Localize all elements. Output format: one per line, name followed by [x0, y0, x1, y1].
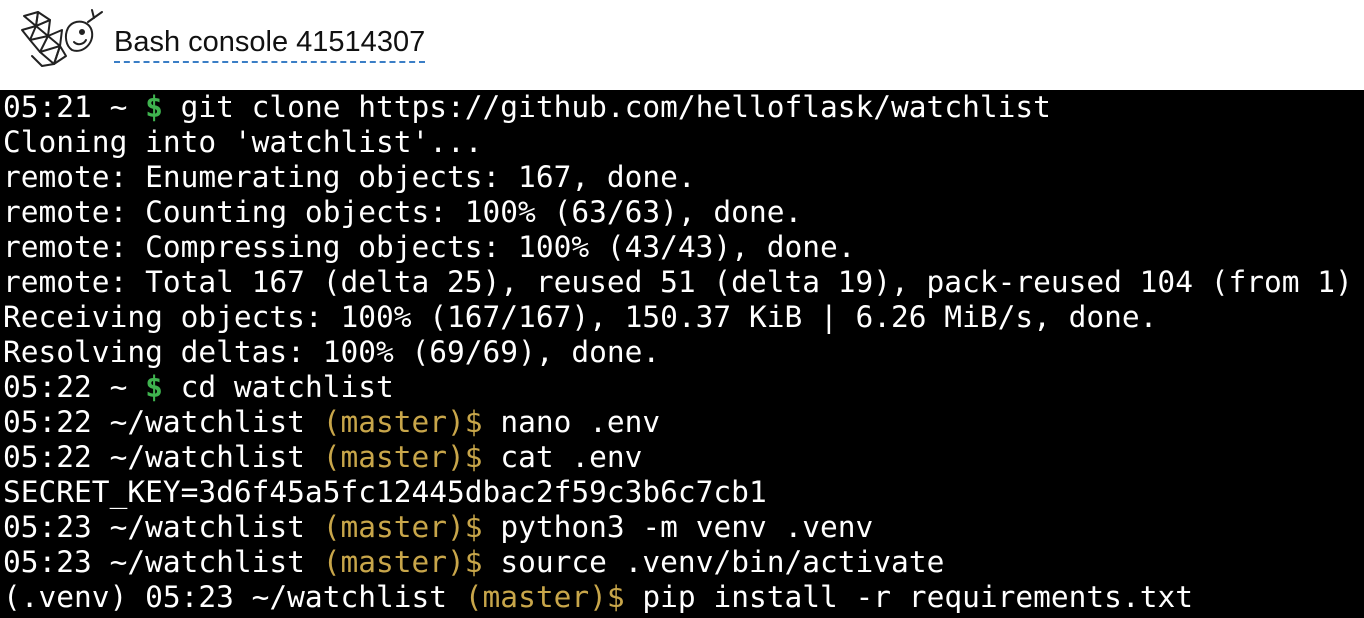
- prompt-text: 05:22 ~/watchlist: [3, 405, 323, 439]
- terminal-output[interactable]: 05:21 ~ $ git clone https://github.com/h…: [0, 90, 1364, 618]
- command-text: source .venv/bin/activate: [482, 545, 945, 579]
- git-branch: (master): [322, 510, 465, 544]
- prompt-text: 05:22 ~/watchlist: [3, 440, 323, 474]
- terminal-command-line: (.venv) 05:23 ~/watchlist (master)$ pip …: [0, 580, 1364, 615]
- terminal-output-line: Receiving objects: 100% (167/167), 150.3…: [3, 300, 1158, 334]
- command-text: cat .env: [482, 440, 643, 474]
- prompt-dollar: $: [606, 580, 625, 614]
- prompt-text: (.venv) 05:23 ~/watchlist: [3, 580, 465, 614]
- git-branch: (master): [322, 440, 465, 474]
- git-branch: (master): [322, 545, 465, 579]
- terminal-output-line: SECRET_KEY=3d6f45a5fc12445dbac2f59c3b6c7…: [3, 475, 767, 509]
- prompt-dollar: $: [464, 510, 483, 544]
- prompt-text: 05:23 ~/watchlist: [3, 510, 323, 544]
- prompt-text: 05:23 ~/watchlist: [3, 545, 323, 579]
- command-text: python3 -m venv .venv: [482, 510, 874, 544]
- prompt-dollar: $: [145, 370, 163, 404]
- command-text: pip install -r requirements.txt: [624, 580, 1193, 614]
- terminal-command-line: 05:23 ~/watchlist (master)$ source .venv…: [0, 545, 1364, 580]
- terminal-command-line: 05:22 ~/watchlist (master)$ cat .env: [0, 440, 1364, 475]
- command-text: cd watchlist: [162, 370, 394, 404]
- terminal-output-line: remote: Total 167 (delta 25), reused 51 …: [3, 265, 1353, 299]
- command-text: nano .env: [482, 405, 661, 439]
- terminal-output-line: remote: Compressing objects: 100% (43/43…: [3, 230, 856, 264]
- prompt-text: 05:21 ~: [3, 90, 146, 124]
- console-header: Bash console 41514307: [0, 0, 1364, 90]
- terminal-output-line: remote: Enumerating objects: 167, done.: [3, 160, 696, 194]
- terminal-command-line: 05:22 ~/watchlist (master)$ nano .env: [0, 405, 1364, 440]
- terminal-output-line: Cloning into 'watchlist'...: [3, 125, 483, 159]
- prompt-dollar: $: [464, 440, 483, 474]
- git-branch: (master): [464, 580, 607, 614]
- terminal-output-line: Resolving deltas: 100% (69/69), done.: [3, 335, 661, 369]
- console-title[interactable]: Bash console 41514307: [114, 24, 426, 63]
- terminal-output-line: remote: Counting objects: 100% (63/63), …: [3, 195, 803, 229]
- command-text: git clone https://github.com/helloflask/…: [162, 90, 1051, 124]
- terminal-command-line: 05:22 ~ $ cd watchlist: [0, 370, 1364, 405]
- terminal-command-line: 05:21 ~ $ git clone https://github.com/h…: [0, 90, 1364, 125]
- prompt-dollar: $: [145, 90, 163, 124]
- pythonanywhere-logo-icon: [21, 9, 103, 67]
- prompt-dollar: $: [464, 545, 483, 579]
- terminal-command-line: 05:23 ~/watchlist (master)$ python3 -m v…: [0, 510, 1364, 545]
- git-branch: (master): [322, 405, 465, 439]
- prompt-dollar: $: [464, 405, 483, 439]
- prompt-text: 05:22 ~: [3, 370, 146, 404]
